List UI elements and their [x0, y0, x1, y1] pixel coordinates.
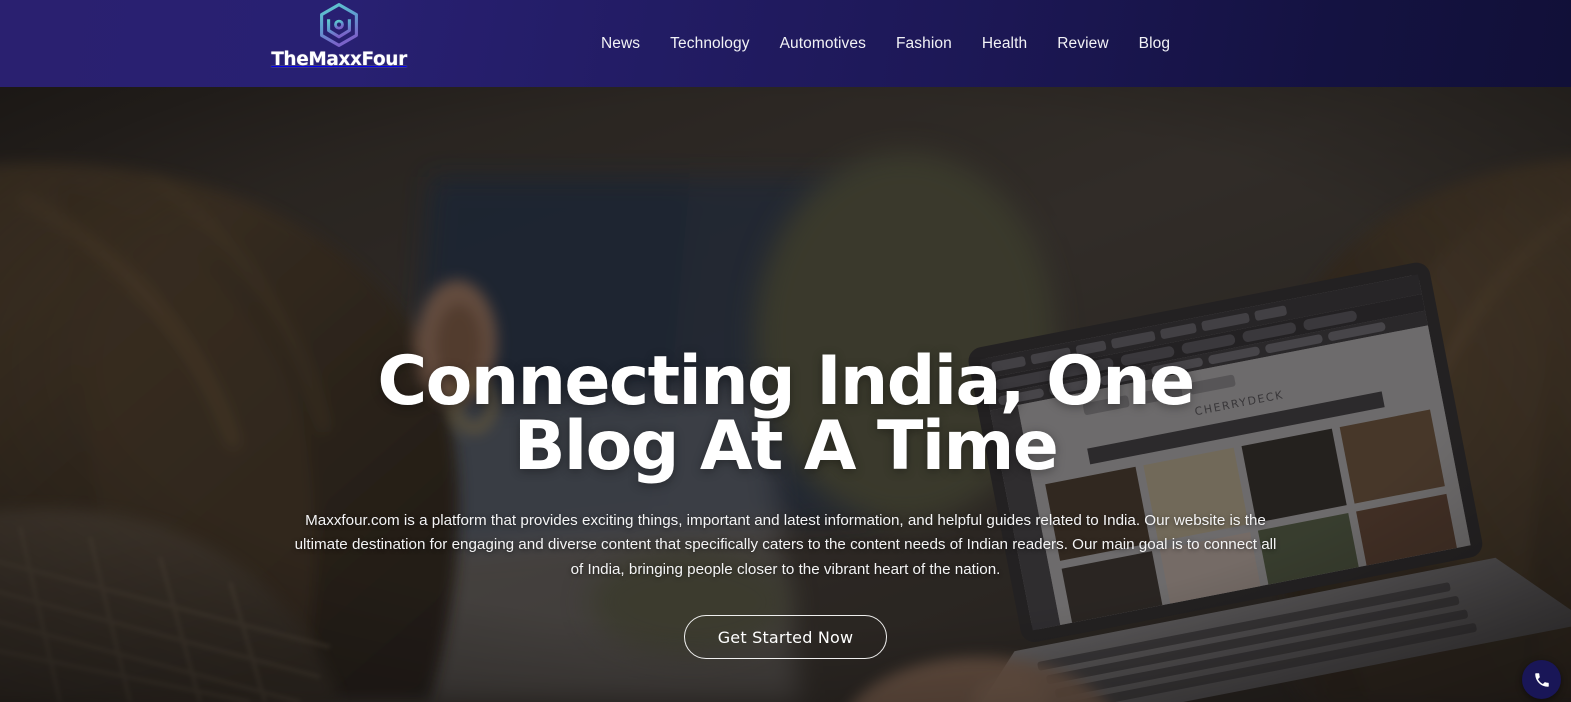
brand-wordmark: TheMaxxFour: [271, 49, 407, 70]
hero-description: Maxxfour.com is a platform that provides…: [294, 511, 1277, 578]
hero-section: CHERRYDECK: [0, 87, 1571, 702]
nav-item-technology[interactable]: Technology: [655, 35, 764, 53]
nav-item-automotives[interactable]: Automotives: [765, 35, 881, 53]
nav-item-health[interactable]: Health: [967, 35, 1042, 53]
nav-item-fashion[interactable]: Fashion: [881, 35, 967, 53]
site-header: TheMaxxFour News Technology Automotives …: [0, 0, 1571, 87]
nav-item-review[interactable]: Review: [1042, 35, 1123, 53]
floating-call-button[interactable]: [1522, 660, 1561, 699]
brand-logo[interactable]: TheMaxxFour: [268, 2, 410, 70]
hexagon-tech-logo-icon: [320, 3, 358, 47]
get-started-button[interactable]: Get Started Now: [683, 615, 888, 660]
nav-item-blog[interactable]: Blog: [1124, 35, 1185, 53]
phone-icon: [1534, 672, 1549, 687]
nav-item-news[interactable]: News: [586, 35, 655, 53]
hero-content: Connecting India, One Blog At A Time Max…: [0, 87, 1571, 702]
main-navigation: News Technology Automotives Fashion Heal…: [586, 0, 1185, 87]
hero-headline: Connecting India, One Blog At A Time: [377, 342, 1195, 487]
